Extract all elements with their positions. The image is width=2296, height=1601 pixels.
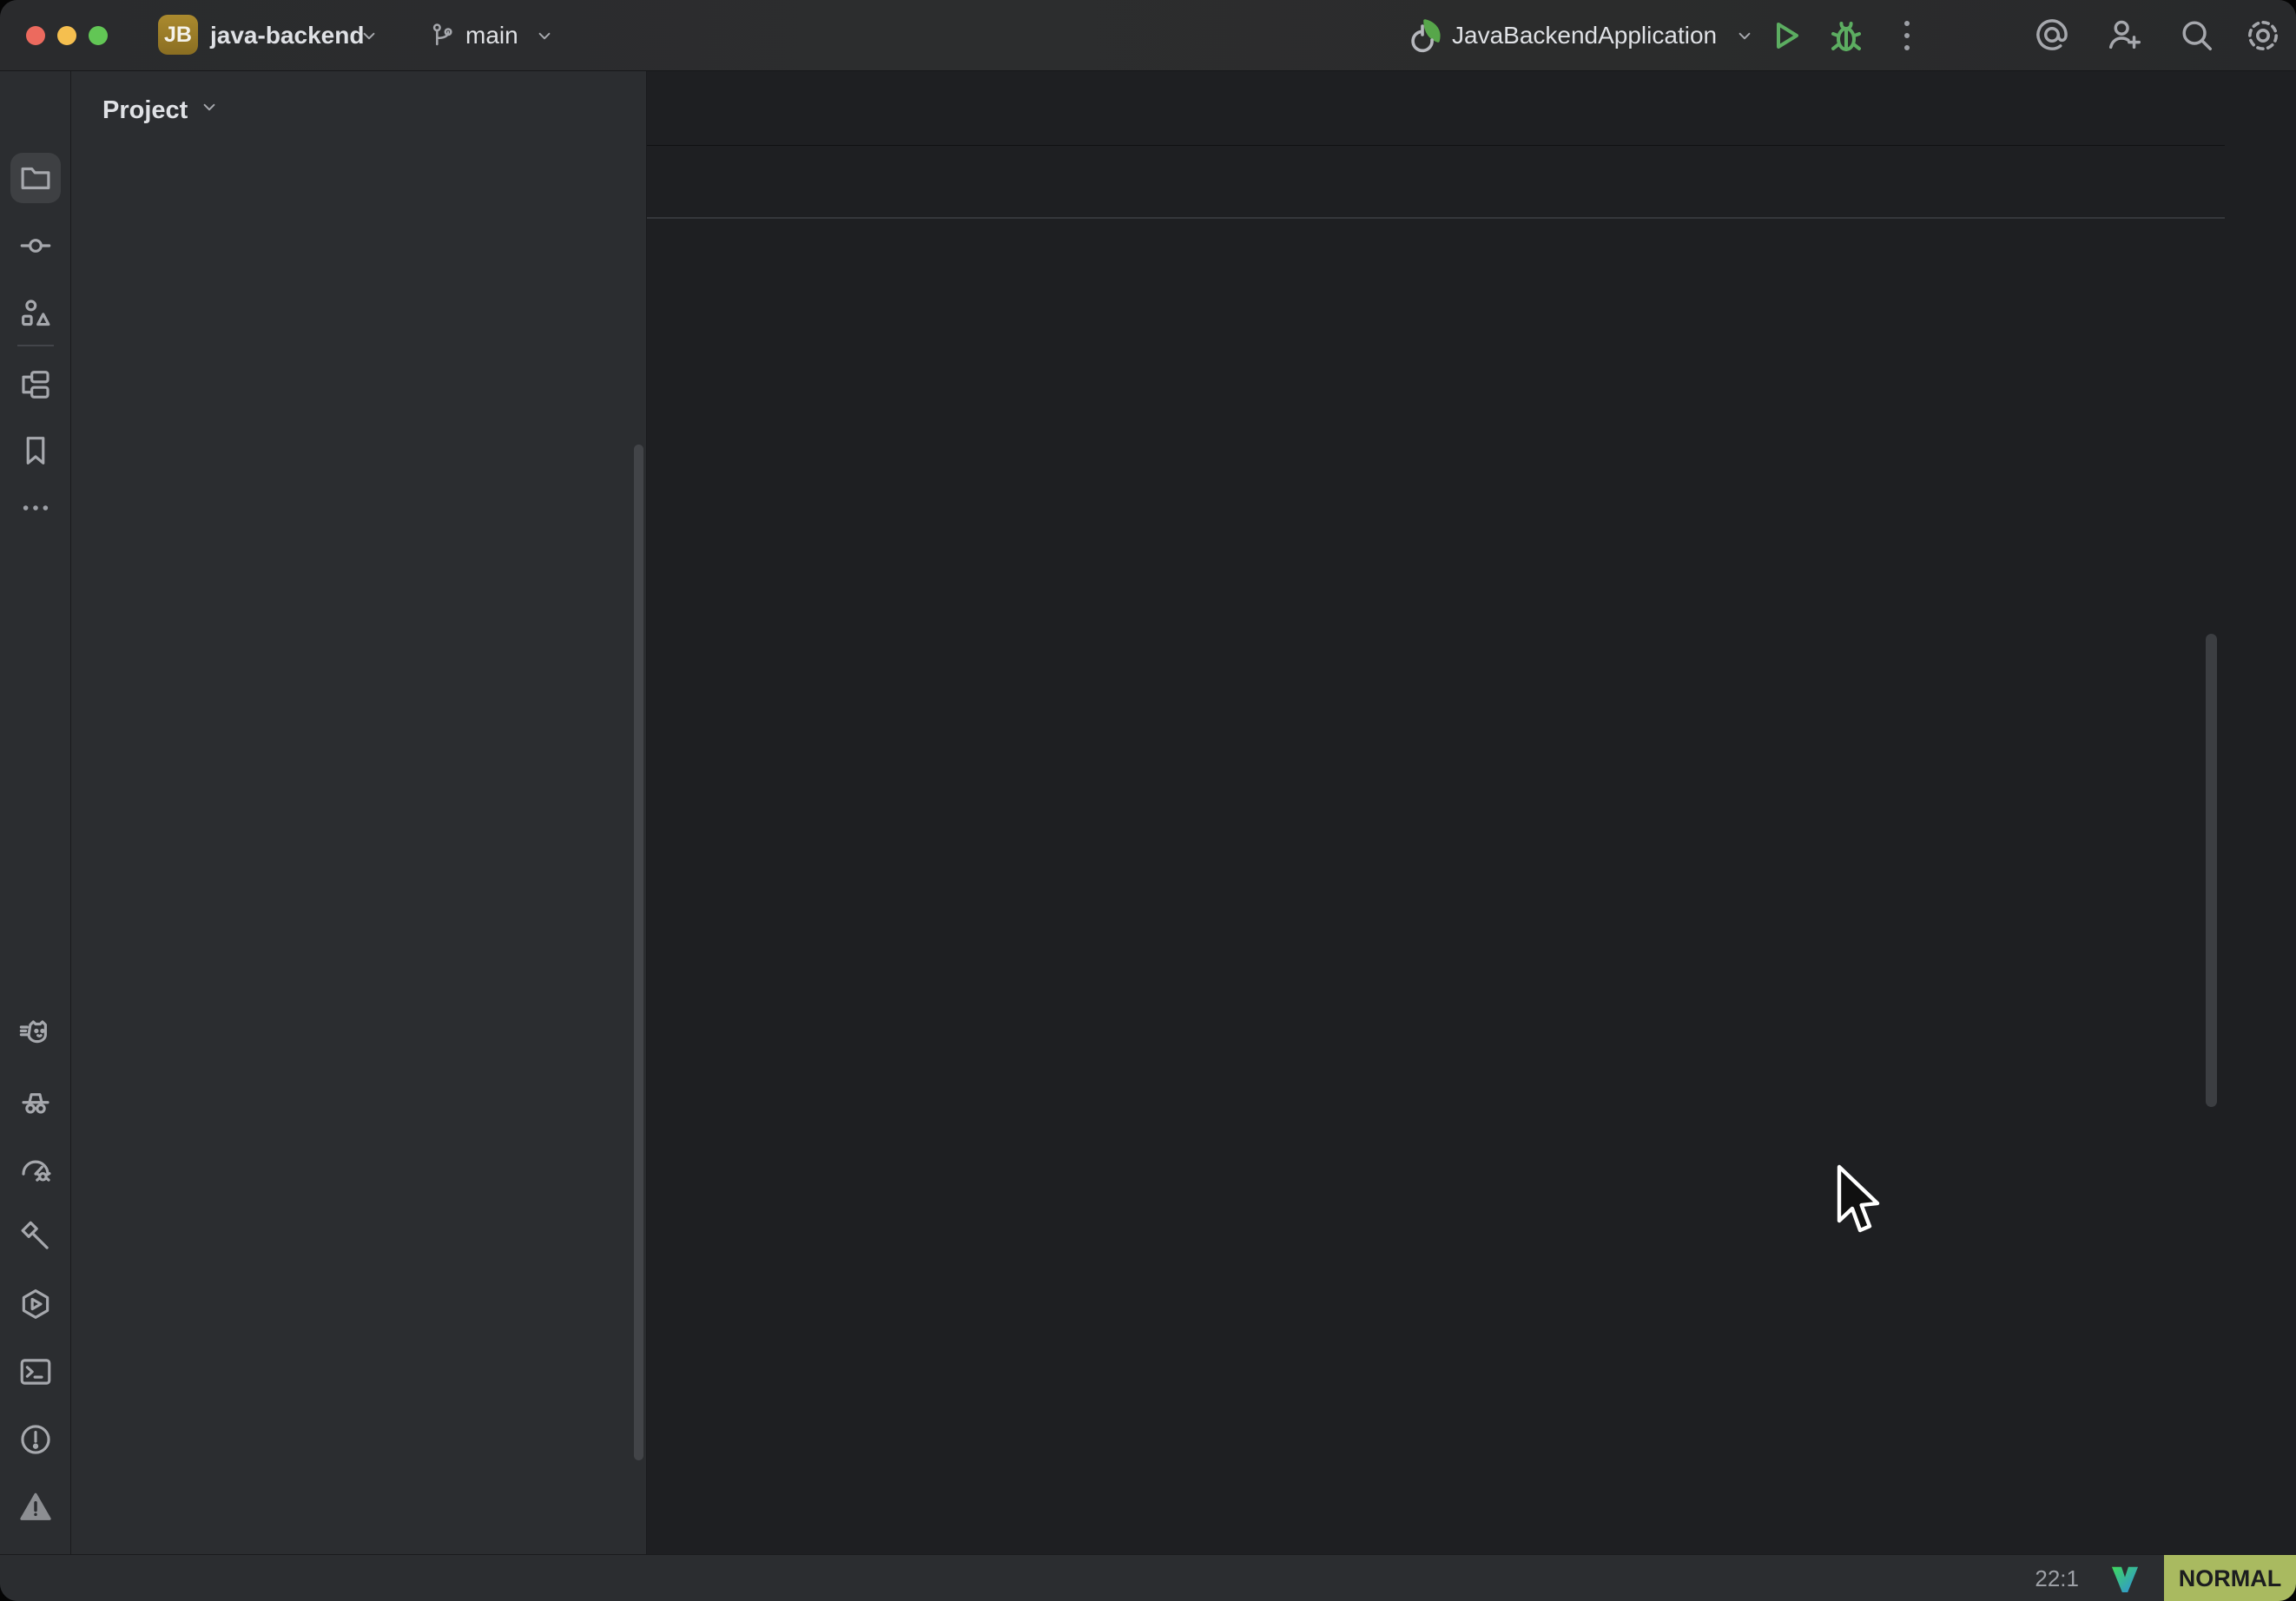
editor-area <box>647 71 2225 1554</box>
chevron-down-icon <box>358 24 380 51</box>
editor-scrollbar[interactable] <box>2206 634 2217 1107</box>
caret-position-widget[interactable]: 22:1 <box>2035 1555 2079 1601</box>
tool-button-build-hammer-icon[interactable] <box>10 1211 61 1262</box>
add-user-icon[interactable] <box>2105 15 2145 55</box>
tool-button-project-folder-icon[interactable] <box>10 153 61 203</box>
chevron-down-icon <box>1733 24 1756 51</box>
vim-icon[interactable] <box>2108 1563 2141 1596</box>
branch-selector[interactable]: main <box>465 0 518 71</box>
project-scrollbar[interactable] <box>634 445 643 1460</box>
vim-mode-badge[interactable]: NORMAL <box>2164 1555 2296 1601</box>
status-bar: 22:1 NORMAL <box>0 1554 2296 1601</box>
ide-window: JB java-backend main JavaBackendApplicat… <box>0 0 2296 1601</box>
title-bar: JB java-backend main JavaBackendApplicat… <box>0 0 2296 71</box>
run-button[interactable] <box>1765 15 1806 56</box>
chevron-down-icon <box>198 96 221 125</box>
debug-button[interactable] <box>1825 15 1867 56</box>
tool-button-profiler-icon[interactable] <box>10 1143 61 1194</box>
project-badge[interactable]: JB <box>158 15 198 55</box>
tool-button-more-dots-icon[interactable] <box>10 483 61 533</box>
project-tool-window: Project <box>71 71 647 1554</box>
tool-button-problems-icon[interactable] <box>10 1414 61 1465</box>
tool-button-layout-icon[interactable] <box>10 359 61 410</box>
chevron-down-icon <box>533 24 556 51</box>
search-icon[interactable] <box>2176 15 2216 55</box>
tool-button-ai-cat-icon[interactable] <box>10 1008 61 1058</box>
tool-button-incognito-icon[interactable] <box>10 1076 61 1126</box>
tool-button-services-hexagon-icon[interactable] <box>10 1279 61 1329</box>
editor-tab-bar <box>647 71 2225 146</box>
more-actions-kebab-icon[interactable] <box>1886 15 1928 56</box>
tool-button-terminal-icon[interactable] <box>10 1347 61 1397</box>
sticky-line[interactable] <box>647 146 2225 219</box>
left-tool-strip <box>0 71 71 1554</box>
tool-button-structure-icon[interactable] <box>10 288 61 339</box>
settings-gear-icon[interactable] <box>2242 15 2284 56</box>
project-view-title: Project <box>102 96 188 125</box>
tool-button-bookmarks-icon[interactable] <box>10 425 61 476</box>
tool-button-warning-triangle-icon[interactable] <box>10 1482 61 1532</box>
strip-divider <box>17 345 54 346</box>
git-branch-icon <box>427 21 457 55</box>
ide-window-stage: JB java-backend main JavaBackendApplicat… <box>0 0 2296 1601</box>
ai-at-spiral-icon[interactable] <box>2032 15 2072 55</box>
minimize-window-button[interactable] <box>57 26 76 45</box>
tool-button-commit-icon[interactable] <box>10 221 61 271</box>
run-configuration-selector[interactable]: JavaBackendApplication <box>1452 0 1717 71</box>
close-window-button[interactable] <box>26 26 45 45</box>
maximize-window-button[interactable] <box>89 26 108 45</box>
project-selector[interactable]: java-backend <box>210 0 364 71</box>
project-view-selector[interactable]: Project <box>102 89 221 132</box>
springboot-run-icon <box>1405 15 1447 61</box>
